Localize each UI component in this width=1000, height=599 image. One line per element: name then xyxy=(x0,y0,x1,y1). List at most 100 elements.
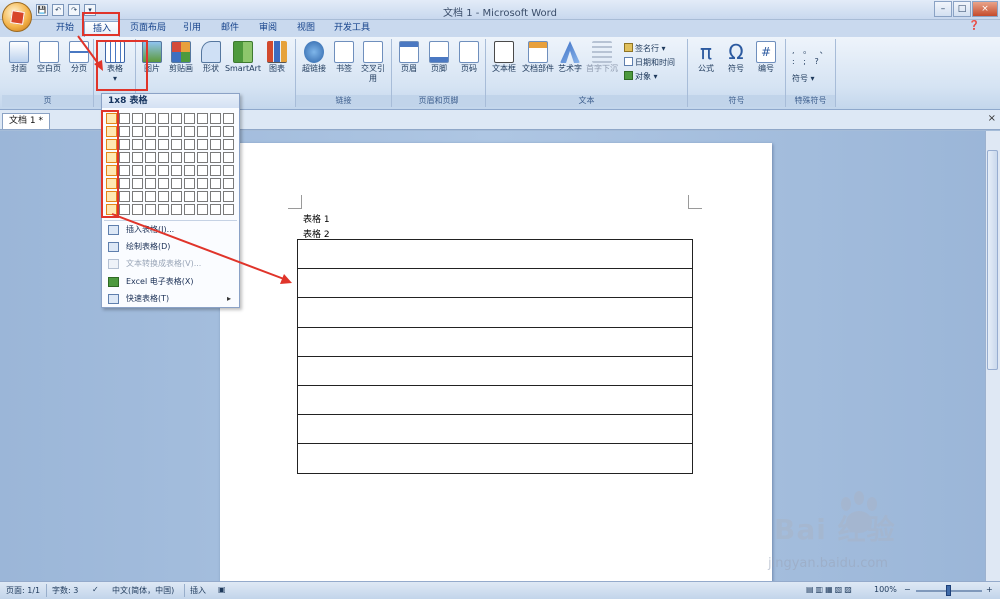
document-tab[interactable]: 文档 1 * xyxy=(2,113,50,129)
grid-cell[interactable] xyxy=(119,191,130,202)
grid-cell[interactable] xyxy=(158,113,169,124)
equation-button[interactable]: π 公式 xyxy=(692,41,720,74)
table-cell[interactable] xyxy=(297,384,693,416)
grid-cell[interactable] xyxy=(132,165,143,176)
grid-cell[interactable] xyxy=(145,139,156,150)
grid-cell[interactable] xyxy=(184,139,195,150)
grid-cell[interactable] xyxy=(158,178,169,189)
grid-cell[interactable] xyxy=(145,191,156,202)
table-cell[interactable] xyxy=(297,443,693,474)
grid-cell[interactable] xyxy=(223,165,234,176)
zoom-in-button[interactable]: + xyxy=(986,585,993,594)
grid-cell[interactable] xyxy=(171,113,182,124)
grid-cell[interactable] xyxy=(197,204,208,215)
shapes-button[interactable]: 形状 xyxy=(198,41,224,74)
grid-cell[interactable] xyxy=(119,204,130,215)
grid-cell[interactable] xyxy=(210,191,221,202)
scrollbar-thumb[interactable] xyxy=(987,150,998,370)
maximize-button[interactable]: □ xyxy=(953,1,971,17)
grid-cell[interactable] xyxy=(132,152,143,163)
zoom-out-button[interactable]: − xyxy=(904,585,911,594)
table-cell[interactable] xyxy=(297,297,693,328)
table-row[interactable] xyxy=(297,384,693,416)
cross-reference-button[interactable]: 交叉引用 xyxy=(360,41,386,84)
tab-page-layout[interactable]: 页面布局 xyxy=(124,21,172,37)
status-words[interactable]: 字数: 3 xyxy=(52,585,78,596)
chart-button[interactable]: 图表 xyxy=(264,41,290,74)
insert-table-menu-item[interactable]: 插入表格(I)... xyxy=(104,222,237,238)
bookmark-button[interactable]: 书签 xyxy=(332,41,356,74)
status-mode[interactable]: 插入 xyxy=(190,585,206,596)
grid-cell[interactable] xyxy=(197,139,208,150)
grid-cell[interactable] xyxy=(145,113,156,124)
tab-view[interactable]: 视图 xyxy=(288,21,324,37)
cover-page-button[interactable]: 封面 xyxy=(6,41,32,74)
hyperlink-button[interactable]: 超链接 xyxy=(300,41,328,74)
minimize-button[interactable]: – xyxy=(934,1,952,17)
grid-cell[interactable] xyxy=(184,165,195,176)
grid-cell[interactable] xyxy=(184,191,195,202)
view-buttons[interactable]: ▤▥▦▧▨ xyxy=(806,585,854,594)
grid-cell[interactable] xyxy=(158,139,169,150)
table-row[interactable] xyxy=(297,326,693,357)
page-break-button[interactable]: 分页 xyxy=(66,41,92,74)
drop-cap-button[interactable]: 首字下沉 xyxy=(584,41,620,74)
tab-references[interactable]: 引用 xyxy=(174,21,210,37)
grid-cell[interactable] xyxy=(132,204,143,215)
status-page[interactable]: 页面: 1/1 xyxy=(6,585,40,596)
page-number-button[interactable]: 页码 xyxy=(456,41,482,74)
table-row[interactable] xyxy=(297,238,693,270)
grid-cell[interactable] xyxy=(197,126,208,137)
table-cell[interactable] xyxy=(297,355,693,386)
grid-cell[interactable] xyxy=(184,178,195,189)
grid-cell[interactable] xyxy=(210,139,221,150)
draw-table-menu-item[interactable]: 绘制表格(D) xyxy=(104,239,237,255)
signature-line-button[interactable]: 签名行 ▾ xyxy=(624,43,666,54)
grid-cell[interactable] xyxy=(119,165,130,176)
grid-cell[interactable] xyxy=(223,152,234,163)
grid-cell[interactable] xyxy=(119,152,130,163)
date-time-button[interactable]: 日期和时间 xyxy=(624,57,675,68)
table-row[interactable] xyxy=(297,268,693,299)
grid-cell[interactable] xyxy=(171,126,182,137)
text-box-button[interactable]: 文本框 xyxy=(490,41,518,74)
grid-cell[interactable] xyxy=(171,178,182,189)
smartart-button[interactable]: SmartArt xyxy=(224,41,262,74)
symbol-button[interactable]: Ω 符号 xyxy=(722,41,750,74)
grid-cell[interactable] xyxy=(223,178,234,189)
grid-cell[interactable] xyxy=(184,152,195,163)
grid-cell[interactable] xyxy=(145,204,156,215)
close-button[interactable]: × xyxy=(972,1,998,17)
status-language[interactable]: 中文(简体，中国) xyxy=(112,585,174,596)
special-symbol-button[interactable]: 符号 ▾ xyxy=(792,73,815,84)
numbering-button[interactable]: # 编号 xyxy=(752,41,780,74)
grid-cell[interactable] xyxy=(223,139,234,150)
grid-cell[interactable] xyxy=(171,204,182,215)
grid-cell[interactable] xyxy=(145,126,156,137)
tab-home[interactable]: 开始 xyxy=(46,21,84,37)
grid-cell[interactable] xyxy=(197,113,208,124)
tab-mailings[interactable]: 邮件 xyxy=(212,21,248,37)
grid-cell[interactable] xyxy=(210,113,221,124)
grid-cell[interactable] xyxy=(132,126,143,137)
grid-cell[interactable] xyxy=(119,139,130,150)
quick-parts-button[interactable]: 文档部件 xyxy=(520,41,556,74)
excel-spreadsheet-menu-item[interactable]: Excel 电子表格(X) xyxy=(104,274,237,290)
tab-developer[interactable]: 开发工具 xyxy=(326,21,378,37)
table-row[interactable] xyxy=(297,297,693,328)
grid-cell[interactable] xyxy=(158,191,169,202)
grid-cell[interactable] xyxy=(119,178,130,189)
grid-cell[interactable] xyxy=(145,178,156,189)
grid-cell[interactable] xyxy=(158,204,169,215)
header-button[interactable]: 页眉 xyxy=(396,41,422,74)
grid-cell[interactable] xyxy=(210,165,221,176)
tab-review[interactable]: 审阅 xyxy=(250,21,286,37)
grid-cell[interactable] xyxy=(119,113,130,124)
grid-cell[interactable] xyxy=(158,165,169,176)
wordart-button[interactable]: 艺术字 xyxy=(556,41,584,74)
special-symbol-grid[interactable]: , 。 、: ; ? xyxy=(792,45,831,67)
grid-cell[interactable] xyxy=(145,165,156,176)
grid-cell[interactable] xyxy=(197,191,208,202)
grid-cell[interactable] xyxy=(184,126,195,137)
grid-cell[interactable] xyxy=(210,152,221,163)
